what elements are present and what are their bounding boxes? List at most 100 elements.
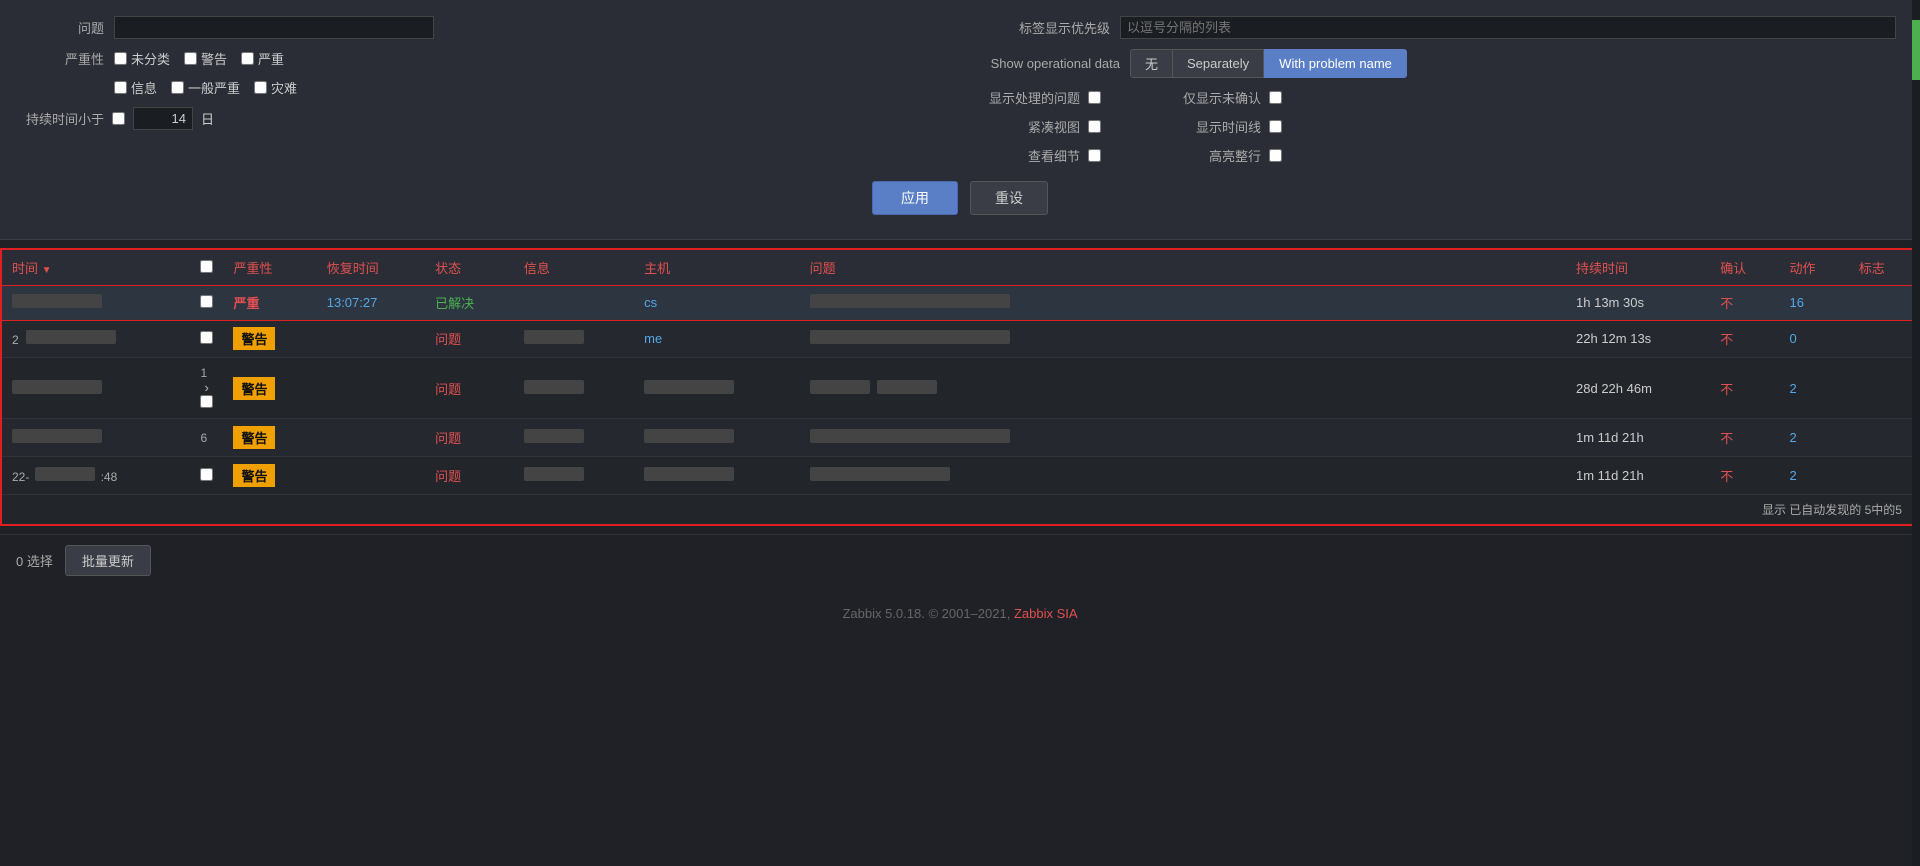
row-checkbox[interactable] [200, 331, 213, 344]
op-data-buttons: 无 Separately With problem name [1130, 49, 1407, 78]
cell-ack: 不 [1710, 358, 1779, 419]
severity-value: 警告 [233, 327, 275, 350]
duration-unit: 日 [201, 109, 214, 128]
compact-checkbox[interactable] [1088, 120, 1101, 133]
select-all-checkbox[interactable] [200, 260, 213, 273]
checkbox-unclassified[interactable] [114, 52, 127, 65]
highlight-checkbox[interactable] [1269, 149, 1282, 162]
th-status[interactable]: 状态 [425, 250, 514, 286]
cell-duration: 1m 11d 21h [1566, 419, 1710, 457]
reset-button[interactable]: 重设 [970, 181, 1048, 215]
compact-label: 紧凑视图 [980, 117, 1080, 136]
problem-blurred [810, 330, 1010, 344]
info-blurred [524, 429, 584, 443]
cell-host [634, 457, 799, 495]
cell-info [514, 419, 634, 457]
view-details-checkbox[interactable] [1088, 149, 1101, 162]
th-time[interactable]: 时间 [2, 250, 190, 286]
batch-update-button[interactable]: 批量更新 [65, 545, 151, 576]
checkbox-info[interactable] [114, 81, 127, 94]
checkbox-average[interactable] [171, 81, 184, 94]
row-checkbox[interactable] [200, 295, 213, 308]
table-footer: 显示 已自动发现的 5中的5 [2, 495, 1918, 524]
ack-value: 不 [1720, 332, 1733, 347]
cell-severity: 警告 [223, 320, 316, 358]
status-value[interactable]: 问题 [435, 382, 461, 397]
tag-priority-input[interactable] [1120, 16, 1896, 39]
host-value[interactable]: me [644, 331, 662, 346]
th-tags[interactable]: 标志 [1849, 250, 1918, 286]
cell-duration: 1m 11d 21h [1566, 457, 1710, 495]
severity-row: 严重性 未分类 警告 严重 [24, 49, 940, 68]
severity-info[interactable]: 信息 [114, 78, 157, 97]
th-ack[interactable]: 确认 [1710, 250, 1779, 286]
row-checkbox[interactable] [200, 468, 213, 481]
th-checkbox[interactable] [190, 250, 223, 286]
apply-button[interactable]: 应用 [872, 181, 958, 215]
show-resolved-checkbox[interactable] [1088, 91, 1101, 104]
action-value[interactable]: 2 [1790, 381, 1797, 396]
cell-checkbox[interactable] [190, 286, 223, 320]
severity-disaster[interactable]: 灾难 [254, 78, 297, 97]
cell-info [514, 457, 634, 495]
cell-recovery [317, 358, 425, 419]
severity-unclassified[interactable]: 未分类 [114, 49, 170, 68]
severity-label: 严重性 [24, 49, 104, 68]
th-info[interactable]: 信息 [514, 250, 634, 286]
cell-severity: 警告 [223, 457, 316, 495]
status-value[interactable]: 问题 [435, 469, 461, 484]
unconfirmed-checkbox[interactable] [1269, 91, 1282, 104]
th-host[interactable]: 主机 [634, 250, 799, 286]
th-severity[interactable]: 严重性 [223, 250, 316, 286]
status-value[interactable]: 问题 [435, 332, 461, 347]
scrollbar[interactable] [1912, 0, 1920, 866]
table-row: 2 警告 问题 me [2, 320, 1918, 358]
cell-checkbox[interactable]: 6 [190, 419, 223, 457]
cell-checkbox[interactable] [190, 320, 223, 358]
th-action[interactable]: 动作 [1780, 250, 1849, 286]
data-table: 时间 严重性 恢复时间 状态 信息 主机 [2, 250, 1918, 495]
scrollbar-thumb[interactable] [1912, 20, 1920, 80]
duration-row: 持续时间小于 日 [24, 107, 940, 130]
th-problem[interactable]: 问题 [800, 250, 1566, 286]
timeline-checkbox[interactable] [1269, 120, 1282, 133]
status-value[interactable]: 问题 [435, 431, 461, 446]
checkbox-warning[interactable] [184, 52, 197, 65]
host-value[interactable]: cs [644, 295, 657, 310]
cell-checkbox[interactable]: 1 › [190, 358, 223, 419]
duration-value: 1h 13m 30s [1576, 295, 1644, 310]
problem-blurred [810, 294, 1010, 308]
cell-checkbox[interactable] [190, 457, 223, 495]
th-duration[interactable]: 持续时间 [1566, 250, 1710, 286]
duration-input[interactable] [133, 107, 193, 130]
th-recovery[interactable]: 恢复时间 [317, 250, 425, 286]
problem-input[interactable] [114, 16, 434, 39]
cell-ack: 不 [1710, 320, 1779, 358]
severity-warning[interactable]: 警告 [184, 49, 227, 68]
footer-company-link[interactable]: Zabbix SIA [1014, 606, 1078, 621]
cell-tags [1849, 457, 1918, 495]
severity-critical[interactable]: 严重 [241, 49, 284, 68]
duration-checkbox[interactable] [112, 112, 125, 125]
cell-action: 2 [1780, 419, 1849, 457]
cell-recovery [317, 457, 425, 495]
cell-host [634, 358, 799, 419]
row-checkbox[interactable] [200, 395, 213, 408]
time-blurred [12, 380, 102, 394]
action-value[interactable]: 16 [1790, 295, 1804, 310]
cell-problem [800, 286, 1566, 320]
cell-host: me [634, 320, 799, 358]
op-btn-separately[interactable]: Separately [1172, 49, 1264, 78]
severity-average[interactable]: 一般严重 [171, 78, 240, 97]
action-value[interactable]: 2 [1790, 430, 1797, 445]
op-btn-with-name[interactable]: With problem name [1264, 49, 1407, 78]
action-value[interactable]: 2 [1790, 468, 1797, 483]
select-count: 0 选择 [16, 551, 53, 570]
ack-value: 不 [1720, 382, 1733, 397]
action-value[interactable]: 0 [1790, 331, 1797, 346]
show-resolved-label: 显示处理的问题 [980, 88, 1080, 107]
checkbox-disaster[interactable] [254, 81, 267, 94]
checkbox-critical[interactable] [241, 52, 254, 65]
cell-info [514, 320, 634, 358]
op-btn-none[interactable]: 无 [1130, 49, 1172, 78]
